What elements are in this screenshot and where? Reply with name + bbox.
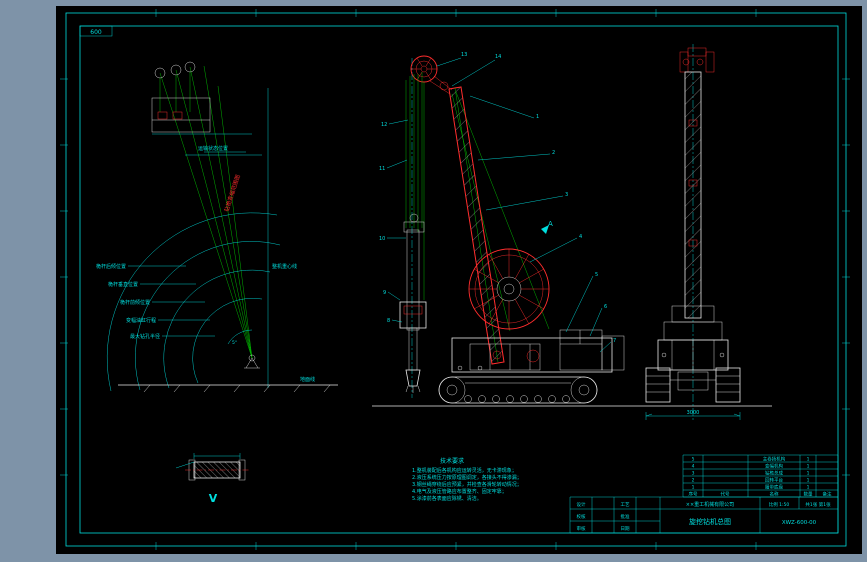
callout-14: 14 (495, 54, 501, 60)
left-label-6: 地面线 (300, 376, 315, 383)
tb-field: 校核 (577, 513, 586, 520)
bom-cell: 回转平台 (765, 477, 783, 484)
bom-cell: 1 (807, 471, 810, 477)
callout-6: 6 (604, 304, 607, 310)
bom-cell: 1 (807, 478, 810, 484)
tb-field: 工艺 (621, 502, 630, 508)
callout-4: 4 (579, 234, 582, 240)
callout-9: 9 (383, 290, 386, 296)
callout-11: 11 (379, 166, 385, 172)
bom-cell: 1 (807, 485, 810, 491)
callout-10: 10 (379, 236, 385, 242)
tb-drawing-no: XWZ-600-00 (782, 520, 817, 526)
note-line-5: 5.涂漆前各表面应除锈、清洁。 (412, 495, 482, 502)
bom-cell: 1 (807, 464, 810, 470)
callout-7: 7 (613, 338, 616, 344)
bom-cell: 1 (807, 457, 810, 463)
cad-drawing: 600 桅杆后倾位置 桅杆垂直位置 桅杆前倾位置 变幅油缸行程 最大钻孔半径 整… (0, 0, 867, 562)
bom-cell: 主卷扬机构 (763, 456, 786, 463)
callout-12: 12 (381, 122, 387, 128)
tb-field: 批准 (621, 513, 630, 520)
tb-drawing-name: 旋挖钻机总图 (689, 517, 731, 526)
bom-cell: 2 (692, 478, 695, 484)
angle-label: 5° (232, 340, 237, 346)
left-label-1: 桅杆垂直位置 (108, 281, 138, 288)
bom-cell: 变幅机构 (765, 463, 783, 470)
tb-scale: 比例 1:50 (769, 501, 790, 508)
bom-cell: 3 (692, 471, 695, 477)
callout-3: 3 (565, 192, 568, 198)
bom-header: 名称 (770, 491, 779, 498)
tb-sheet: 共1张 第1张 (805, 501, 831, 508)
corner-label: 600 (90, 29, 102, 36)
detail-label-v: V (209, 492, 218, 505)
section-marker-a: A (548, 220, 553, 228)
left-label-0: 桅杆后倾位置 (96, 263, 126, 270)
note-line-4: 4.电气及液压管路应布置整齐、固定牢靠； (412, 488, 507, 495)
note-line-2: 2.液压系统压力按原理图调定，各接头不得渗漏； (412, 474, 522, 481)
callout-2: 2 (552, 150, 555, 156)
tb-field: 审核 (577, 525, 586, 532)
left-label-4: 最大钻孔半径 (130, 333, 160, 340)
transport-label: 运输状态位置 (198, 145, 228, 152)
bom-cell: 5 (692, 457, 695, 463)
note-line-3: 3.钢丝绳穿绕后应预紧，并检查各滑轮转动情况； (412, 481, 522, 488)
tb-company: ××重工机械有限公司 (686, 501, 734, 508)
tb-field: 设计 (577, 501, 586, 508)
track-gauge-dim: 3000 (687, 410, 700, 416)
left-label-3: 变幅油缸行程 (126, 317, 156, 324)
note-line-1: 1.整机装配后各机构应运转灵活，无卡滞现象； (412, 467, 517, 474)
callout-13: 13 (461, 52, 467, 58)
bom-cell: 钻桅总成 (765, 470, 783, 477)
bom-cell: 1 (692, 485, 695, 491)
left-label-5: 整机重心线 (272, 263, 297, 270)
callout-8: 8 (387, 318, 390, 324)
bom-header: 代号 (721, 491, 730, 498)
bom-header: 备注 (823, 491, 832, 498)
left-label-2: 桅杆前倾位置 (120, 299, 150, 306)
callout-5: 5 (595, 272, 598, 278)
bom-cell: 4 (692, 464, 695, 470)
tb-field: 日期 (621, 526, 630, 532)
notes-title: 技术要求 (440, 457, 464, 465)
bom-cell: 履带底盘 (765, 484, 783, 491)
bom-header: 序号 (689, 491, 698, 498)
callout-1: 1 (536, 114, 539, 120)
rear-mast-lattice (684, 71, 702, 319)
bom-header: 数量 (804, 491, 813, 498)
